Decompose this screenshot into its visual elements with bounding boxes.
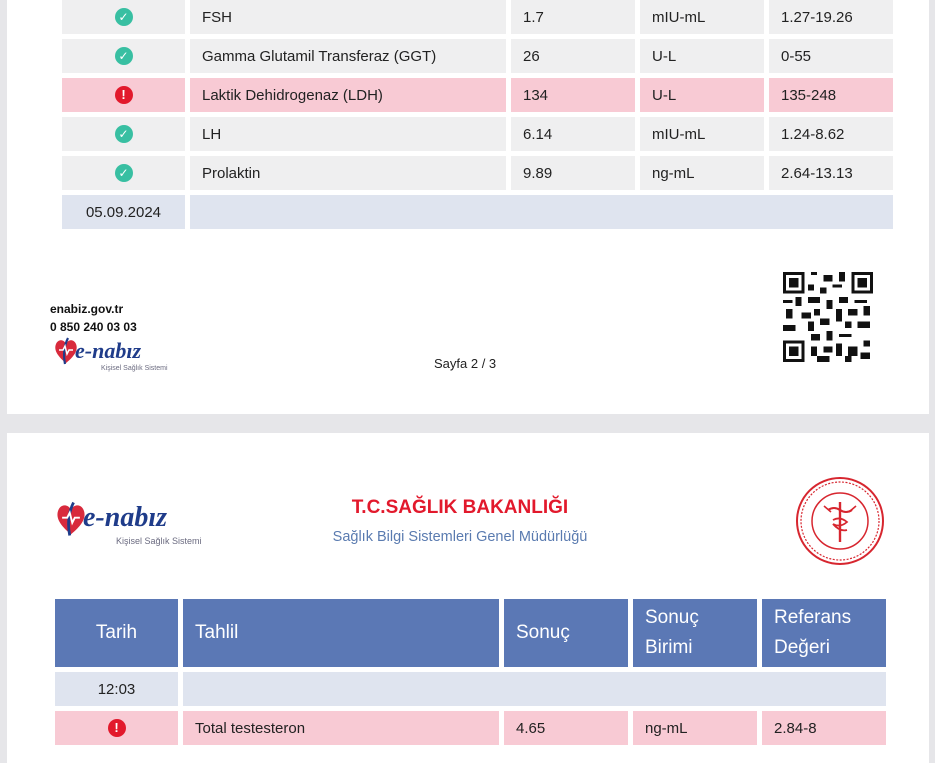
test-result: 9.89 (511, 156, 635, 190)
time-cell: 12:03 (55, 672, 178, 706)
column-header-unit: Sonuç Birimi (633, 599, 757, 667)
ministry-seal-icon (796, 477, 884, 565)
date-row: 05.09.2024 (62, 195, 893, 229)
results-table: ✓ FSH 1.7 mIU-mL 1.27-19.26 ✓ Gamma Glut… (57, 0, 898, 234)
table-row: ✓ Gamma Glutamil Transferaz (GGT) 26 U-L… (62, 39, 893, 73)
check-circle-icon: ✓ (114, 164, 133, 183)
test-name: Prolaktin (190, 156, 506, 190)
test-unit: U-L (640, 39, 764, 73)
date-cell: 05.09.2024 (62, 195, 185, 229)
test-unit: ng-mL (640, 156, 764, 190)
column-header-test: Tahlil (183, 599, 499, 667)
check-circle-icon: ✓ (114, 125, 133, 144)
test-reference: 2.64-13.13 (769, 156, 893, 190)
phone-number: 0 850 240 03 03 (50, 320, 137, 334)
table-row-abnormal: ! Laktik Dehidrogenaz (LDH) 134 U-L 135-… (62, 78, 893, 112)
report-page-2: ✓ FSH 1.7 mIU-mL 1.27-19.26 ✓ Gamma Glut… (7, 0, 929, 414)
website-link[interactable]: enabiz.gov.tr (50, 300, 137, 318)
test-reference: 1.24-8.62 (769, 117, 893, 151)
test-reference: 2.84-8 (762, 711, 886, 745)
test-result: 4.65 (504, 711, 628, 745)
check-circle-icon: ✓ (114, 47, 133, 66)
test-reference: 0-55 (769, 39, 893, 73)
table-row: ✓ FSH 1.7 mIU-mL 1.27-19.26 (62, 0, 893, 34)
test-unit: mIU-mL (640, 117, 764, 151)
test-name: LH (190, 117, 506, 151)
enabiz-logo: e-nabız Kişisel Sağlık Sistemi (53, 336, 193, 376)
footer-contact: enabiz.gov.tr 0 850 240 03 03 (50, 300, 137, 336)
results-table: Tarih Tahlil Sonuç Sonuç Birimi Referans… (50, 594, 891, 750)
test-name: FSH (190, 0, 506, 34)
ministry-title: T.C.SAĞLIK BAKANLIĞI (351, 497, 569, 518)
test-unit: U-L (640, 78, 764, 112)
test-unit: mIU-mL (640, 0, 764, 34)
alert-circle-icon: ! (114, 86, 133, 105)
table-row: ✓ Prolaktin 9.89 ng-mL 2.64-13.13 (62, 156, 893, 190)
check-circle-icon: ✓ (114, 8, 133, 27)
page-indicator: Sayfa 2 / 3 (434, 356, 497, 371)
alert-circle-icon: ! (107, 719, 126, 738)
test-name: Total testesteron (183, 711, 499, 745)
test-reference: 135-248 (769, 78, 893, 112)
table-row-abnormal: ! Total testesteron 4.65 ng-mL 2.84-8 (55, 711, 886, 745)
column-header-date: Tarih (55, 599, 178, 667)
column-header-result: Sonuç (504, 599, 628, 667)
enabiz-logo: e-nabız Kişisel Sağlık Sistemi (54, 500, 234, 550)
test-result: 134 (511, 78, 635, 112)
test-name: Laktik Dehidrogenaz (LDH) (190, 78, 506, 112)
test-name: Gamma Glutamil Transferaz (GGT) (190, 39, 506, 73)
ministry-header: T.C.SAĞLIK BAKANLIĞI Sağlık Bilgi Sistem… (250, 497, 670, 545)
table-header-row: Tarih Tahlil Sonuç Sonuç Birimi Referans… (55, 599, 886, 667)
time-row: 12:03 (55, 672, 886, 706)
ministry-subtitle: Sağlık Bilgi Sistemleri Genel Müdürlüğü (332, 529, 588, 545)
test-result: 6.14 (511, 117, 635, 151)
table-row: ✓ LH 6.14 mIU-mL 1.24-8.62 (62, 117, 893, 151)
test-reference: 1.27-19.26 (769, 0, 893, 34)
test-unit: ng-mL (633, 711, 757, 745)
test-result: 1.7 (511, 0, 635, 34)
qr-code-icon (783, 272, 873, 362)
test-result: 26 (511, 39, 635, 73)
column-header-reference: Referans Değeri (762, 599, 886, 667)
